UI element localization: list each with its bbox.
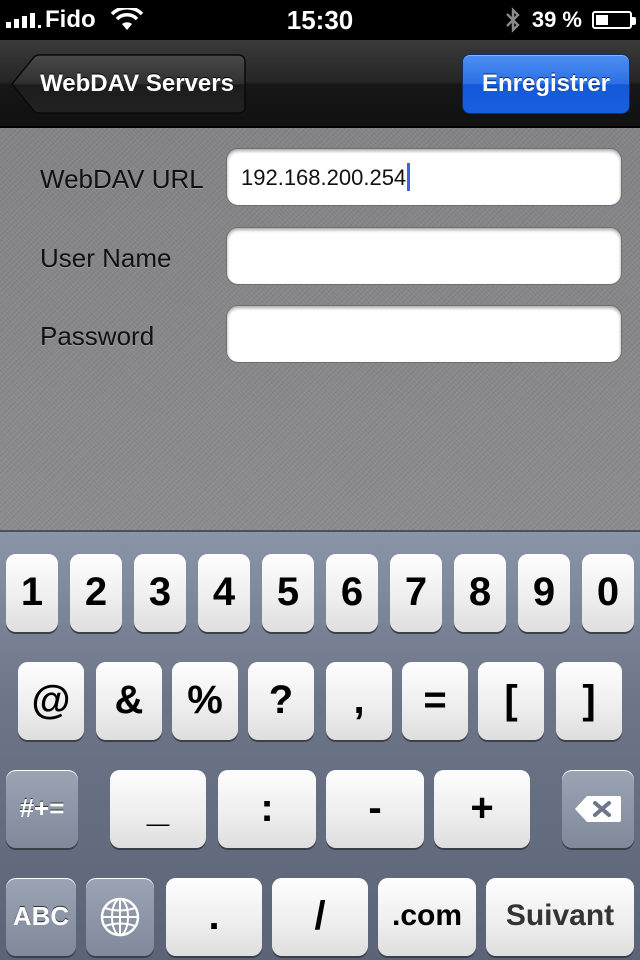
key-colon[interactable]: : [218, 770, 316, 848]
keyboard: 1 2 3 4 5 6 7 8 9 0 @ & % ? , = [ ] #+= … [0, 530, 640, 960]
wifi-icon [110, 8, 143, 30]
form-row-url: WebDAV URL 192.168.200.254 [0, 148, 640, 210]
form-row-password: Password [0, 305, 640, 367]
key-hyphen[interactable]: - [326, 770, 424, 848]
field-label-password: Password [40, 321, 155, 351]
server-form: WebDAV URL 192.168.200.254 User Name Pas… [0, 128, 640, 530]
signal-bars-icon [6, 12, 41, 28]
key-symbols-toggle[interactable]: #+= [6, 770, 78, 848]
text-cursor [407, 163, 411, 192]
key-slash[interactable]: / [272, 878, 368, 956]
key-9[interactable]: 9 [518, 554, 570, 632]
key-5[interactable]: 5 [262, 554, 314, 632]
key-right-bracket[interactable]: ] [556, 662, 622, 740]
backspace-key[interactable] [562, 770, 634, 848]
username-input[interactable] [226, 227, 622, 285]
navigation-bar: WebDAV Servers Enregistrer [0, 40, 640, 128]
key-ampersand[interactable]: & [96, 662, 162, 740]
key-period[interactable]: . [166, 878, 262, 956]
field-label-username: User Name [40, 243, 172, 273]
key-7[interactable]: 7 [390, 554, 442, 632]
back-button-label: WebDAV Servers [40, 70, 234, 97]
key-abc[interactable]: ABC [6, 878, 76, 956]
backspace-icon [575, 796, 621, 822]
battery-percentage: 39 % [531, 7, 582, 32]
webdav-url-input[interactable]: 192.168.200.254 [226, 148, 622, 206]
key-underscore[interactable]: _ [110, 770, 206, 848]
key-1[interactable]: 1 [6, 554, 58, 632]
key-3[interactable]: 3 [134, 554, 186, 632]
key-at[interactable]: @ [18, 662, 84, 740]
back-button[interactable]: WebDAV Servers [10, 54, 246, 114]
field-label-url: WebDAV URL [40, 164, 204, 194]
battery-level-fill [596, 15, 608, 25]
bluetooth-icon [505, 7, 520, 33]
save-button[interactable]: Enregistrer [462, 54, 630, 114]
key-plus[interactable]: + [434, 770, 530, 848]
key-6[interactable]: 6 [326, 554, 378, 632]
key-dotcom[interactable]: .com [378, 878, 476, 956]
status-bar: Fido 15:30 39 % [0, 0, 640, 40]
globe-key[interactable] [86, 878, 154, 956]
webdav-url-value: 192.168.200.254 [241, 165, 407, 190]
password-input[interactable] [226, 305, 622, 363]
key-left-bracket[interactable]: [ [478, 662, 544, 740]
key-2[interactable]: 2 [70, 554, 122, 632]
key-4[interactable]: 4 [198, 554, 250, 632]
key-percent[interactable]: % [172, 662, 238, 740]
key-comma[interactable]: , [326, 662, 392, 740]
key-question[interactable]: ? [248, 662, 314, 740]
key-0[interactable]: 0 [582, 554, 634, 632]
carrier-name: Fido [45, 6, 96, 33]
key-equals[interactable]: = [402, 662, 468, 740]
battery-icon [592, 11, 636, 29]
form-row-username: User Name [0, 227, 640, 289]
key-next[interactable]: Suivant [486, 878, 634, 956]
globe-icon [100, 897, 140, 937]
key-8[interactable]: 8 [454, 554, 506, 632]
